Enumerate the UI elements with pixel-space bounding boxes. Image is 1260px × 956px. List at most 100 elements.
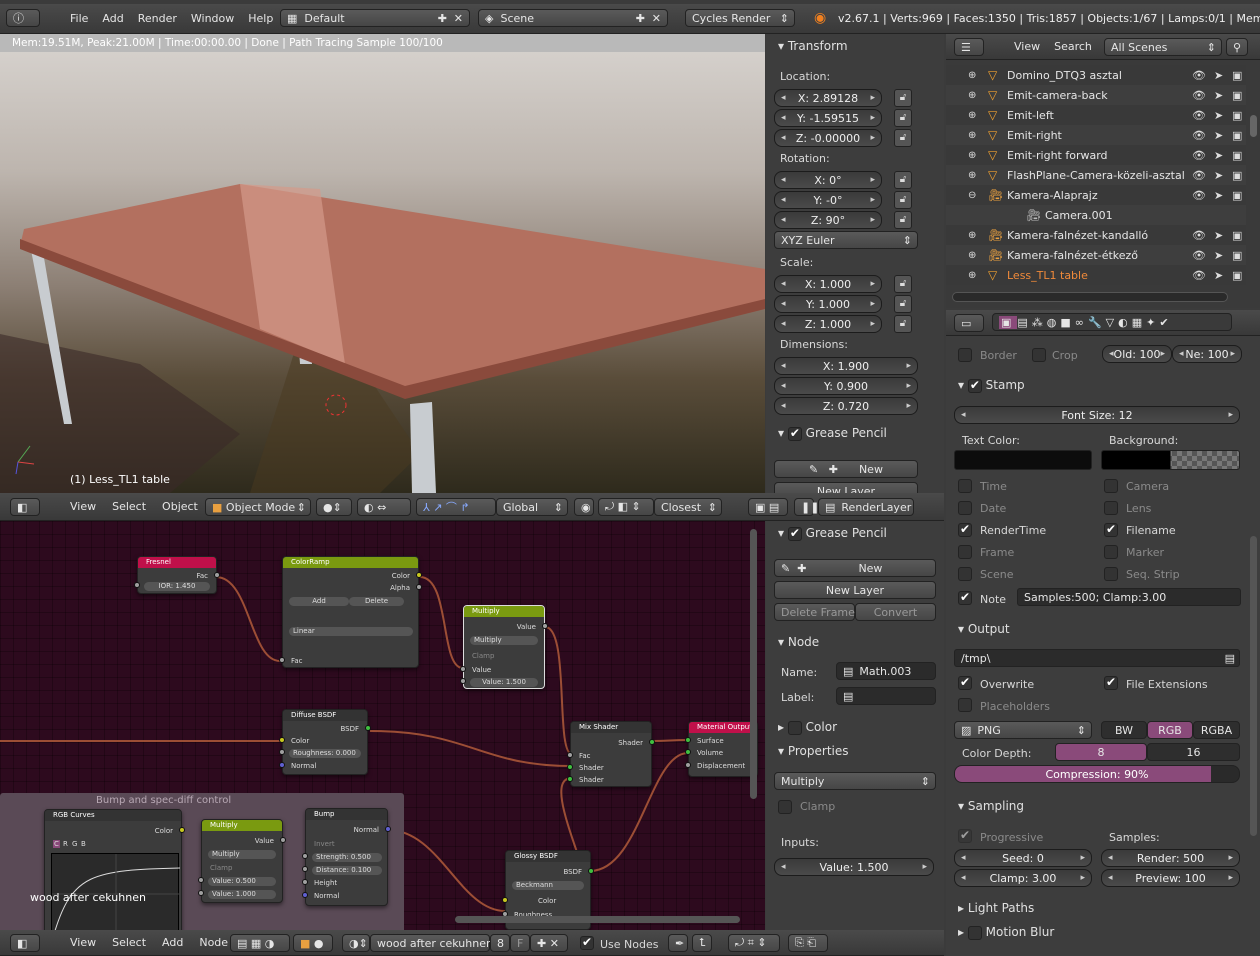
- menu-add[interactable]: Add: [102, 12, 123, 25]
- node-header[interactable]: Multiply: [202, 820, 282, 831]
- node-socket[interactable]: [460, 666, 466, 672]
- properties-panel-header[interactable]: ▾ Properties: [778, 744, 849, 758]
- snap-target-select[interactable]: Closest ⇕: [654, 498, 722, 516]
- eye-icon[interactable]: 👁︎: [1192, 149, 1206, 162]
- properties-editor-type[interactable]: ▭: [954, 314, 984, 332]
- pin-button[interactable]: ✒: [668, 934, 688, 952]
- expand-icon[interactable]: ⊕: [968, 90, 976, 101]
- expand-icon[interactable]: ⊕: [968, 230, 976, 241]
- node-header[interactable]: Material Output: [689, 722, 757, 733]
- properties-tabs[interactable]: ▣ ▤⁂◍■∞🔧▽◐▦✦✔: [992, 313, 1232, 331]
- select-cursor-icon[interactable]: ➤: [1214, 169, 1223, 182]
- editor-type-info-button[interactable]: ⓘ: [6, 9, 40, 27]
- scene-selector[interactable]: ◈ Scene ✚ ✕: [478, 9, 668, 27]
- render-camera-icon[interactable]: ▣: [1232, 89, 1242, 102]
- outliner-item[interactable]: 🎥︎ Camera.001: [946, 205, 1246, 225]
- lock-icon[interactable]: 🔓︎: [894, 129, 912, 147]
- stamp-frame-checkbox[interactable]: [958, 545, 972, 559]
- node-socket[interactable]: [279, 749, 285, 755]
- stamp-camera-checkbox[interactable]: [1104, 479, 1118, 493]
- node-socket[interactable]: [567, 752, 573, 758]
- outliner-item[interactable]: ⊕ ▽ Domino_DTQ3 asztal 👁︎ ➤ ▣: [946, 65, 1246, 85]
- dimensions-field-y[interactable]: Y: 0.900: [774, 377, 918, 395]
- node-scrollbar-v[interactable]: [750, 529, 757, 799]
- outliner-hscroll[interactable]: [952, 292, 1228, 302]
- eye-icon[interactable]: 👁︎: [1192, 89, 1206, 102]
- orientation-select[interactable]: Global ⇕: [496, 498, 568, 516]
- stamp-time-checkbox[interactable]: [958, 479, 972, 493]
- render-engine-select[interactable]: Cycles Render ⇕: [685, 9, 795, 27]
- outliner-item[interactable]: ⊕ ▽ Emit-camera-back 👁︎ ➤ ▣: [946, 85, 1246, 105]
- expand-icon[interactable]: ⊕: [968, 170, 976, 181]
- node-header[interactable]: Bump: [306, 809, 387, 820]
- render-camera-icon[interactable]: ▣: [1232, 189, 1242, 202]
- copy-paste-buttons[interactable]: ⎘ ⎗: [788, 934, 828, 952]
- file-format-select[interactable]: ▨ PNG ⇕: [954, 721, 1092, 739]
- curve-channel-G[interactable]: G: [71, 840, 78, 848]
- grease-new-button-node[interactable]: ✎ ✚ New: [774, 559, 936, 577]
- menu-select[interactable]: Select: [112, 936, 146, 949]
- node-socket[interactable]: [542, 623, 548, 629]
- delete-frame-button[interactable]: Delete Frame: [774, 603, 855, 621]
- menu-select[interactable]: Select: [112, 500, 146, 513]
- rotation-field-y[interactable]: Y: -0°: [774, 191, 882, 209]
- stamp-lens-checkbox[interactable]: [1104, 501, 1118, 515]
- lock-icon[interactable]: 🔓︎: [894, 275, 912, 293]
- render-camera-icon[interactable]: ▣: [1232, 149, 1242, 162]
- menu-window[interactable]: Window: [191, 12, 234, 25]
- output-path-field[interactable]: /tmp\ ▤: [954, 649, 1240, 667]
- manipulator-toggles[interactable]: ⅄ ↗ ⌒ ↱: [416, 498, 496, 516]
- depth-16-button[interactable]: 16: [1147, 743, 1240, 761]
- eye-icon[interactable]: 👁︎: [1192, 189, 1206, 202]
- placeholders-checkbox[interactable]: [958, 698, 972, 712]
- node-socket[interactable]: [416, 584, 422, 590]
- node-fresnel[interactable]: Fresnel Fac IOR: 1.450: [134, 556, 220, 594]
- grease-pencil-header[interactable]: ▾ Grease Pencil: [778, 426, 887, 441]
- scale-field-x[interactable]: X: 1.000: [774, 275, 882, 293]
- render-camera-icon[interactable]: ▣: [1232, 249, 1242, 262]
- eye-icon[interactable]: 👁︎: [1192, 129, 1206, 142]
- node-socket[interactable]: [685, 749, 691, 755]
- select-cursor-icon[interactable]: ➤: [1214, 269, 1223, 282]
- menu-render[interactable]: Render: [138, 12, 177, 25]
- time-remap-old[interactable]: Old: 100: [1102, 345, 1172, 363]
- outliner-item[interactable]: ⊕ ▽ Less_TL1 table 👁︎ ➤ ▣: [946, 265, 1246, 285]
- node-header[interactable]: Glossy BSDF: [506, 851, 590, 862]
- snap-toggle[interactable]: ⤾ ◧ ⇕: [598, 498, 654, 516]
- menu-add[interactable]: Add: [162, 936, 183, 949]
- outliner-item[interactable]: ⊕ ▽ Emit-right forward 👁︎ ➤ ▣: [946, 145, 1246, 165]
- lock-icon[interactable]: 🔓︎: [894, 109, 912, 127]
- node-output[interactable]: Material Output Surface Volume Displacement: [685, 721, 758, 777]
- lock-icon[interactable]: 🔓︎: [894, 191, 912, 209]
- mode-select[interactable]: ■ Object Mode ⇕: [205, 498, 311, 516]
- editor-type-button[interactable]: ◧: [10, 498, 40, 516]
- node-name-field[interactable]: ▤ Math.003: [836, 662, 936, 680]
- node-socket[interactable]: [567, 764, 573, 770]
- material-name-field[interactable]: wood after cekuhnen: [370, 934, 493, 952]
- node-label-field[interactable]: ▤: [836, 687, 936, 705]
- node-socket[interactable]: [649, 739, 655, 745]
- node-socket[interactable]: [279, 737, 285, 743]
- node-socket[interactable]: [302, 866, 308, 872]
- select-cursor-icon[interactable]: ➤: [1214, 229, 1223, 242]
- select-cursor-icon[interactable]: ➤: [1214, 129, 1223, 142]
- operation-select[interactable]: Multiply ⇕: [774, 772, 936, 790]
- rgba-button[interactable]: RGBA: [1193, 721, 1240, 739]
- node-socket[interactable]: [365, 725, 371, 731]
- crop-checkbox[interactable]: [1032, 348, 1046, 362]
- curve-channel-C[interactable]: C: [53, 840, 60, 848]
- font-size-field[interactable]: Font Size: 12: [954, 406, 1240, 424]
- outliner-search-button[interactable]: ⚲: [1226, 38, 1248, 56]
- node-multiply1[interactable]: Multiply Value Multiply Clamp Value Value: 1.…: [460, 605, 548, 689]
- menu-file[interactable]: File: [70, 12, 88, 25]
- menu-search[interactable]: Search: [1054, 40, 1092, 53]
- use-nodes-checkbox[interactable]: [580, 935, 594, 950]
- menu-node[interactable]: Node: [199, 936, 228, 949]
- eye-icon[interactable]: 👁︎: [1192, 229, 1206, 242]
- transform-header[interactable]: ▾ Transform: [778, 39, 848, 53]
- outliner-item[interactable]: ⊕ 🎥︎ Kamera-falnézet-kandalló 👁︎ ➤ ▣: [946, 225, 1246, 245]
- location-field-x[interactable]: X: 2.89128: [774, 89, 882, 107]
- overwrite-checkbox[interactable]: [958, 675, 972, 690]
- node-socket[interactable]: [460, 678, 466, 684]
- eye-icon[interactable]: 👁︎: [1192, 69, 1206, 82]
